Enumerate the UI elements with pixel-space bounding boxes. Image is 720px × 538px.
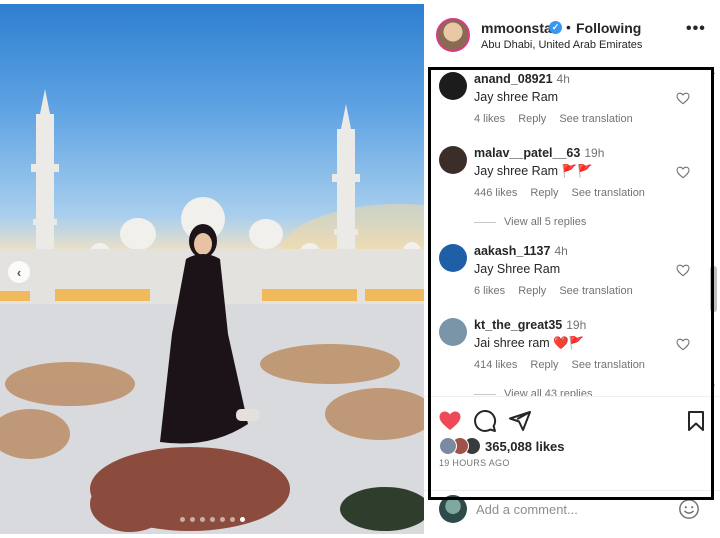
post-photo[interactable]: ‹ [0, 4, 424, 534]
scroll-down-arrow-icon[interactable]: ▼ [710, 384, 716, 390]
comment-meta: 6 likes Reply See translation [474, 285, 646, 297]
carousel-dot [199, 517, 205, 522]
see-translation-button[interactable]: See translation [559, 113, 632, 125]
carousel-dot [189, 517, 195, 522]
comment-time: 4h [556, 72, 570, 86]
commenter-avatar[interactable] [439, 72, 467, 100]
commenter-avatar[interactable] [439, 146, 467, 174]
scrollbar-thumb[interactable] [710, 266, 717, 312]
comment-time: 4h [554, 244, 568, 258]
bookmark-icon[interactable] [684, 409, 708, 433]
comment-like-heart-icon[interactable] [675, 164, 691, 180]
share-icon[interactable] [508, 409, 532, 433]
comment-likes[interactable]: 446 likes [474, 187, 517, 199]
comments-scrollbar[interactable]: ▲ ▼ [710, 70, 717, 396]
replies-divider [474, 221, 496, 223]
see-translation-button[interactable]: See translation [572, 187, 645, 199]
comment-likes[interactable]: 4 likes [474, 113, 505, 125]
commenter-avatar[interactable] [439, 318, 467, 346]
reply-button[interactable]: Reply [518, 113, 546, 125]
author-username[interactable]: mmoonstar [481, 20, 557, 36]
comment-like-heart-icon[interactable] [675, 336, 691, 352]
mosque-photo-illustration [0, 89, 424, 534]
comment-time: 19h [584, 146, 605, 160]
carousel-dot [209, 517, 215, 522]
commenter-avatar[interactable] [439, 244, 467, 272]
comment-time: 19h [566, 318, 587, 332]
see-translation-button[interactable]: See translation [559, 285, 632, 297]
carousel-dot [239, 517, 245, 522]
comment-like-heart-icon[interactable] [675, 90, 691, 106]
comment-like-heart-icon[interactable] [675, 262, 691, 278]
carousel-dot [229, 517, 235, 522]
comment-text: Jay Shree Ram [474, 262, 561, 276]
carousel-dot [179, 517, 185, 522]
following-button[interactable]: Following [576, 20, 641, 36]
commenter-username[interactable]: aakash_1137 4h [474, 244, 568, 258]
comment-text: Jay shree Ram [474, 90, 559, 104]
post-header: mmoonstar ✓ • Following Abu Dhabi, Unite… [424, 14, 720, 58]
reply-button[interactable]: Reply [518, 285, 546, 297]
post-sidebar: mmoonstar ✓ • Following Abu Dhabi, Unite… [424, 0, 720, 538]
comments-list[interactable]: anand_08921 4h Jay shree Ram 4 likes Reply Se… [424, 70, 720, 396]
comment-text: Jay shree Ram 🚩🚩 [474, 164, 593, 178]
comment-meta: 4 likes Reply See translation [474, 113, 646, 125]
comment-meta: 446 likes Reply See translation [474, 187, 658, 199]
carousel-prev-button[interactable]: ‹ [8, 261, 30, 283]
current-user-avatar [439, 495, 467, 523]
header-separator: • [566, 19, 571, 35]
comment-text: Jai shree ram ❤️🚩 [474, 336, 585, 350]
more-options-icon[interactable]: ••• [686, 20, 706, 38]
verified-badge-icon: ✓ [549, 21, 562, 34]
smiley-icon[interactable] [678, 498, 700, 520]
heart-filled-icon[interactable] [438, 409, 462, 433]
comment-meta: 414 likes Reply See translation [474, 359, 658, 371]
post-timestamp[interactable]: 19 HOURS AGO [439, 458, 510, 468]
reply-button[interactable]: Reply [530, 359, 558, 371]
comment-icon[interactable] [473, 409, 497, 433]
replies-divider [474, 393, 496, 395]
likes-count[interactable]: 365,088 likes [485, 439, 565, 454]
carousel-dots [0, 517, 424, 522]
likes-summary[interactable]: 365,088 likes [439, 437, 699, 457]
comment-likes[interactable]: 6 likes [474, 285, 505, 297]
add-comment-bar [424, 490, 720, 530]
commenter-username[interactable]: kt_the_great35 19h [474, 318, 586, 332]
see-translation-button[interactable]: See translation [572, 359, 645, 371]
comment-likes[interactable]: 414 likes [474, 359, 517, 371]
commenter-username[interactable]: malav__patel__63 19h [474, 146, 604, 160]
view-replies-button[interactable]: View all 43 replies [474, 388, 592, 396]
location-link[interactable]: Abu Dhabi, United Arab Emirates [481, 39, 642, 51]
add-comment-input[interactable] [476, 499, 666, 519]
liker-avatar[interactable] [439, 437, 457, 455]
view-replies-button[interactable]: View all 5 replies [474, 216, 586, 228]
commenter-username[interactable]: anand_08921 4h [474, 72, 570, 86]
carousel-dot [219, 517, 225, 522]
reply-button[interactable]: Reply [530, 187, 558, 199]
scroll-up-arrow-icon[interactable]: ▲ [710, 70, 716, 76]
author-avatar[interactable] [436, 18, 470, 52]
